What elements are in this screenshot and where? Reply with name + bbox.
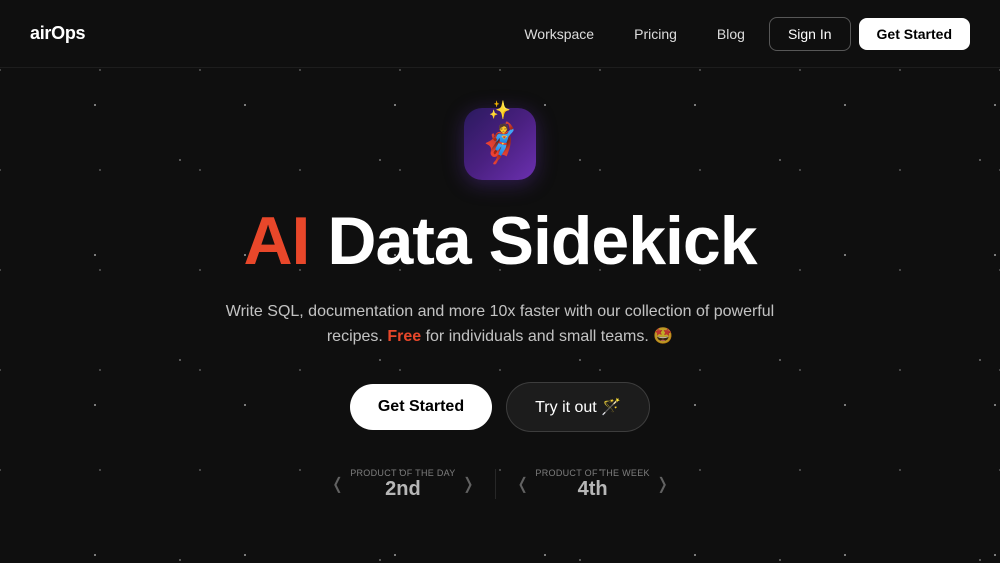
hero-title-ai: AI [243,203,309,279]
hero-subtitle: Write SQL, documentation and more 10x fa… [210,299,790,350]
hero-icon: 🦸 [464,108,536,180]
nav-links: Workspace Pricing Blog Sign In Get Start… [508,17,970,51]
badge-day-content: Product of the day 2nd [350,468,455,500]
nav-link-workspace[interactable]: Workspace [508,18,610,50]
hero-title-rest: Data Sidekick [309,203,756,279]
laurel-left-icon: ❬ [331,474,344,494]
hero-title: AI Data Sidekick [243,204,756,279]
hero-subtitle-after-free: for individuals and small teams. 🤩 [426,328,674,345]
logo-text: airOps [30,23,85,43]
badge-week-label: Product of the week [535,468,649,478]
laurel-right-icon: ❭ [462,474,475,494]
badge-day-label: Product of the day [350,468,455,478]
hero-getstarted-button[interactable]: Get Started [350,384,492,430]
nav-link-pricing[interactable]: Pricing [618,18,693,50]
signin-button[interactable]: Sign In [769,17,851,51]
badge-week-number: 4th [535,478,649,500]
badge-divider [495,469,496,499]
navbar: airOps Workspace Pricing Blog Sign In Ge… [0,0,1000,68]
hero-buttons: Get Started Try it out 🪄 [350,382,650,432]
logo[interactable]: airOps [30,23,85,44]
laurel-right-week-icon: ❭ [656,474,669,494]
hero-section: 🦸 AI Data Sidekick Write SQL, documentat… [0,68,1000,500]
page-container: airOps Workspace Pricing Blog Sign In Ge… [0,0,1000,563]
badge-day-laurel: ❬ Product of the day 2nd ❭ [331,468,475,500]
badge-product-of-day: ❬ Product of the day 2nd ❭ [331,468,475,500]
nav-link-blog[interactable]: Blog [701,18,761,50]
hero-icon-emoji: 🦸 [476,122,523,166]
nav-getstarted-button[interactable]: Get Started [859,18,970,50]
badges-container: ❬ Product of the day 2nd ❭ ❬ Product of … [331,468,669,500]
badge-week-laurel: ❬ Product of the week 4th ❭ [516,468,669,500]
badge-product-of-week: ❬ Product of the week 4th ❭ [516,468,669,500]
laurel-left-week-icon: ❬ [516,474,529,494]
hero-subtitle-free: Free [387,328,421,345]
hero-tryitout-button[interactable]: Try it out 🪄 [506,382,650,432]
badge-week-content: Product of the week 4th [535,468,649,500]
badge-day-number: 2nd [350,478,455,500]
